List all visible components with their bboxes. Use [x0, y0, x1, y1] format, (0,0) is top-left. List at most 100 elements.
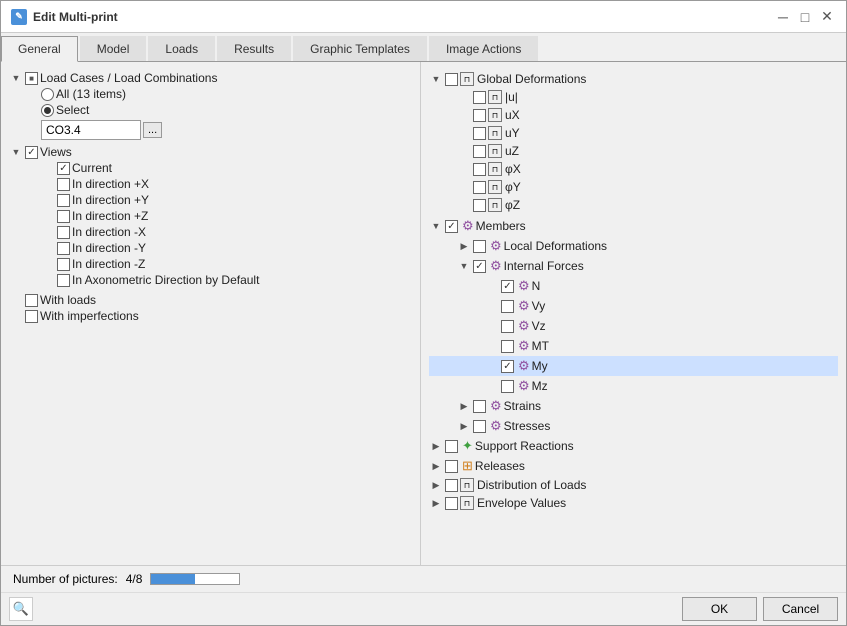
ok-button[interactable]: OK [682, 597, 757, 621]
with-imperfections[interactable]: With imperfections [9, 308, 412, 324]
expander-support[interactable]: ▶ [429, 439, 443, 453]
radio-all[interactable] [41, 88, 54, 101]
cb-views[interactable] [25, 146, 38, 159]
cb-stresses[interactable] [473, 420, 486, 433]
tab-graphic-templates[interactable]: Graphic Templates [293, 36, 427, 61]
cancel-button[interactable]: Cancel [763, 597, 838, 621]
radio-select[interactable] [41, 104, 54, 117]
view-dir-pz[interactable]: In direction +Z [9, 208, 412, 224]
members-root[interactable]: ▼ ⚙ Members [429, 216, 838, 236]
support-reactions[interactable]: ▶ ✦ Support Reactions [429, 436, 838, 456]
cb-mz[interactable] [501, 380, 514, 393]
cb-my[interactable] [501, 360, 514, 373]
g-px[interactable]: ⊓ φX [429, 160, 838, 178]
stresses[interactable]: ▶ ⚙ Stresses [429, 416, 838, 436]
maximize-button[interactable]: □ [796, 8, 814, 26]
with-loads[interactable]: With loads [9, 292, 412, 308]
view-dir-nz[interactable]: In direction -Z [9, 256, 412, 272]
expander-members[interactable]: ▼ [429, 219, 443, 233]
cb-internal[interactable] [473, 260, 486, 273]
g-uy[interactable]: ⊓ uY [429, 124, 838, 142]
cb-py[interactable] [473, 181, 486, 194]
g-pz[interactable]: ⊓ φZ [429, 196, 838, 214]
cb-uz[interactable] [473, 145, 486, 158]
cb-ux[interactable] [473, 109, 486, 122]
releases[interactable]: ▶ ⊞ Releases [429, 456, 838, 476]
cb-vy[interactable] [501, 300, 514, 313]
view-dir-py[interactable]: In direction +Y [9, 192, 412, 208]
cb-iu[interactable] [473, 91, 486, 104]
g-iu[interactable]: ⊓ |u| [429, 88, 838, 106]
cb-dir-nx[interactable] [57, 226, 70, 239]
envelope-values[interactable]: ▶ ⊓ Envelope Values [429, 494, 838, 512]
internal-forces[interactable]: ▼ ⚙ Internal Forces [429, 256, 838, 276]
cb-mt[interactable] [501, 340, 514, 353]
expander-distribution[interactable]: ▶ [429, 478, 443, 492]
view-dir-nx[interactable]: In direction -X [9, 224, 412, 240]
cb-vz[interactable] [501, 320, 514, 333]
cb-distribution[interactable] [445, 479, 458, 492]
g-py[interactable]: ⊓ φY [429, 178, 838, 196]
cb-global[interactable] [445, 73, 458, 86]
cb-load-cases[interactable] [25, 72, 38, 85]
expander-local[interactable]: ▶ [457, 239, 471, 253]
g-uz[interactable]: ⊓ uZ [429, 142, 838, 160]
view-current[interactable]: Current [9, 160, 412, 176]
cb-support[interactable] [445, 440, 458, 453]
cb-envelope[interactable] [445, 497, 458, 510]
force-mz[interactable]: ⚙ Mz [429, 376, 838, 396]
strains[interactable]: ▶ ⚙ Strains [429, 396, 838, 416]
expander-internal[interactable]: ▼ [457, 259, 471, 273]
co-input[interactable] [41, 120, 141, 140]
select-item[interactable]: Select [9, 102, 412, 118]
expander-views[interactable]: ▼ [9, 145, 23, 159]
cb-dir-nz[interactable] [57, 258, 70, 271]
tab-loads[interactable]: Loads [148, 36, 215, 61]
cb-releases[interactable] [445, 460, 458, 473]
tab-model[interactable]: Model [80, 36, 147, 61]
cb-imperfections[interactable] [25, 310, 38, 323]
cb-dir-px[interactable] [57, 178, 70, 191]
cb-dir-py[interactable] [57, 194, 70, 207]
cb-uy[interactable] [473, 127, 486, 140]
cb-axonometric[interactable] [57, 274, 70, 287]
g-ux[interactable]: ⊓ uX [429, 106, 838, 124]
tab-image-actions[interactable]: Image Actions [429, 36, 538, 61]
distribution-of-loads[interactable]: ▶ ⊓ Distribution of Loads [429, 476, 838, 494]
expander-strains[interactable]: ▶ [457, 399, 471, 413]
load-cases-root[interactable]: ▼ Load Cases / Load Combinations [9, 70, 412, 86]
cb-strains[interactable] [473, 400, 486, 413]
close-button[interactable]: ✕ [818, 8, 836, 26]
force-vz[interactable]: ⚙ Vz [429, 316, 838, 336]
search-icon[interactable]: 🔍 [9, 597, 33, 621]
dots-button[interactable]: ... [143, 122, 162, 138]
global-deformations-root[interactable]: ▼ ⊓ Global Deformations [429, 70, 838, 88]
all-items[interactable]: All (13 items) [9, 86, 412, 102]
expander-stresses[interactable]: ▶ [457, 419, 471, 433]
tab-results[interactable]: Results [217, 36, 291, 61]
cb-members[interactable] [445, 220, 458, 233]
cb-dir-ny[interactable] [57, 242, 70, 255]
views-root[interactable]: ▼ Views [9, 144, 412, 160]
cb-with-loads[interactable] [25, 294, 38, 307]
tab-general[interactable]: General [1, 36, 78, 62]
force-n[interactable]: ⚙ N [429, 276, 838, 296]
view-dir-px[interactable]: In direction +X [9, 176, 412, 192]
cb-n[interactable] [501, 280, 514, 293]
local-deformations[interactable]: ▶ ⚙ Local Deformations [429, 236, 838, 256]
cb-px[interactable] [473, 163, 486, 176]
cb-pz[interactable] [473, 199, 486, 212]
cb-local[interactable] [473, 240, 486, 253]
expander-envelope[interactable]: ▶ [429, 496, 443, 510]
expander-global[interactable]: ▼ [429, 72, 443, 86]
cb-dir-pz[interactable] [57, 210, 70, 223]
expander-releases[interactable]: ▶ [429, 459, 443, 473]
minimize-button[interactable]: ─ [774, 8, 792, 26]
force-mt[interactable]: ⚙ MT [429, 336, 838, 356]
force-my[interactable]: ⚙ My [429, 356, 838, 376]
cb-current[interactable] [57, 162, 70, 175]
view-axonometric[interactable]: In Axonometric Direction by Default [9, 272, 412, 288]
view-dir-ny[interactable]: In direction -Y [9, 240, 412, 256]
expander-load-cases[interactable]: ▼ [9, 71, 23, 85]
force-vy[interactable]: ⚙ Vy [429, 296, 838, 316]
